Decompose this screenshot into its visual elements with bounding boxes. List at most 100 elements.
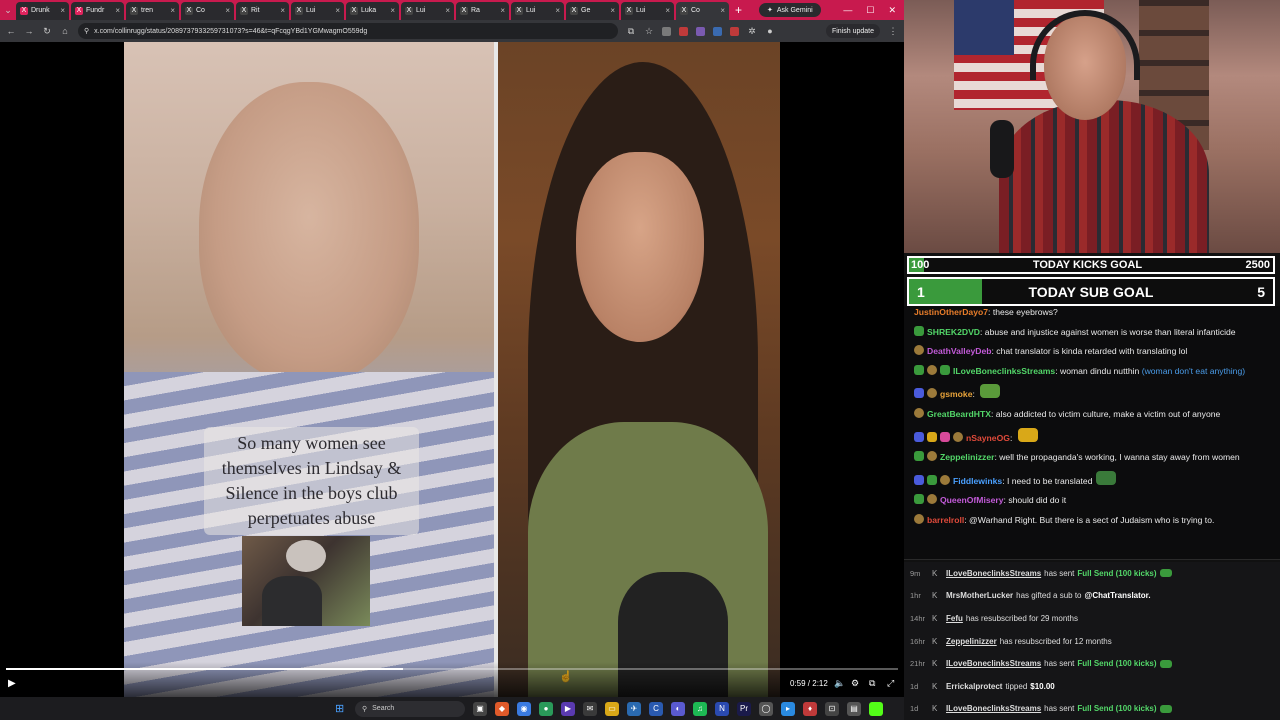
discord-icon[interactable]: ◐ [671,701,685,716]
tab-close-icon[interactable]: × [335,6,340,15]
event-username[interactable]: Fefu [946,614,963,623]
chat-username[interactable]: Fiddlewinks [953,476,1002,486]
spotify-icon[interactable]: ♫ [693,701,707,716]
play-icon[interactable]: ▶ [8,678,16,689]
extension-icon[interactable] [662,26,671,36]
app-icon[interactable]: ▶ [561,701,575,716]
tab-close-icon[interactable]: × [115,6,120,15]
forward-icon[interactable]: → [24,26,34,36]
browser-tab[interactable]: X Ra × [456,1,509,20]
app-icon[interactable]: ▸ [781,701,795,716]
browser-tab[interactable]: X Drunk × [16,1,69,20]
app-icon[interactable]: N [715,701,729,716]
extension-icon[interactable] [730,26,739,36]
chat-username[interactable]: nSayneOG [966,433,1010,443]
event-username[interactable]: ILoveBoneclinksStreams [946,569,1041,578]
chat-username[interactable]: GreatBeardHTX [927,409,991,419]
chat-username[interactable]: Zeppelinizzer [940,452,994,462]
browser-tab[interactable]: X Co × [181,1,234,20]
browser-tab[interactable]: X Lui × [291,1,344,20]
browser-tab[interactable]: X Luka × [346,1,399,20]
tab-close-icon[interactable]: × [610,6,615,15]
chat-text: woman dindu nutthin [1060,365,1140,376]
ask-gemini-button[interactable]: ✦ Ask Gemini [759,3,821,17]
tab-strip: ⌄ X Drunk × X Fundr × Xtren × X Co × X Rit × X Lui × X Luk… [0,0,904,20]
app-icon[interactable]: ◆ [495,701,509,716]
new-tab-button[interactable]: + [735,4,747,16]
browser-tab[interactable]: X Fundr × [71,1,124,20]
browser-tab[interactable]: X Rit × [236,1,289,20]
kick-icon[interactable] [869,701,883,716]
task-view-icon[interactable]: ▣ [473,701,487,716]
app-icon[interactable]: C [649,701,663,716]
profile-icon[interactable]: ● [765,26,775,36]
app-icon[interactable]: ✈ [627,701,641,716]
chat-username[interactable]: SHREK2DVD [927,327,980,337]
video-right-panel [498,42,780,697]
extensions-puzzle-icon[interactable]: ✲ [747,26,757,37]
volume-icon[interactable]: 🔈 [834,678,845,689]
tab-close-icon[interactable]: × [720,6,725,15]
event-username[interactable]: Errickalprotect [946,682,1002,691]
minimize-icon[interactable]: — [843,5,852,16]
video-player[interactable]: So many women see themselves in Lindsay … [0,42,904,697]
picture-in-picture-icon[interactable]: ⧉ [869,678,875,689]
chat-username[interactable]: ILoveBoneclinksStreams [953,366,1055,376]
url-field[interactable]: ⚲ x.com/collinrugg/status/20897379332597… [78,23,618,39]
chrome-icon[interactable]: ◉ [517,701,531,716]
finish-update-button[interactable]: Finish update [825,24,880,38]
file-explorer-icon[interactable]: ▭ [605,701,619,716]
settings-gear-icon[interactable]: ⚙ [851,678,859,689]
browser-tab[interactable]: X Ge × [566,1,619,20]
browser-tab[interactable]: X Lui × [401,1,454,20]
browser-tab[interactable]: X Lui × [621,1,674,20]
extension-icon[interactable] [713,26,722,36]
browser-tab[interactable]: X Lui × [511,1,564,20]
browser-tab[interactable]: X Co × [676,1,729,20]
premiere-icon[interactable]: Pr [737,701,751,716]
extension-icon[interactable] [679,26,688,36]
site-info-icon[interactable]: ⚲ [84,27,89,35]
app-icon[interactable]: ● [539,701,553,716]
tab-close-icon[interactable]: × [390,6,395,15]
browser-tab[interactable]: Xtren × [126,1,179,20]
event-username[interactable]: Zeppelinizzer [946,637,997,646]
taskbar-search[interactable]: ⚲ Search [355,700,465,717]
tab-close-icon[interactable]: × [170,6,175,15]
kicks-goal-current: 100 [911,259,930,271]
extension-icon[interactable] [696,26,705,36]
app-icon[interactable]: ✉ [583,701,597,716]
app-icon[interactable]: ◯ [759,701,773,716]
close-window-icon[interactable]: ✕ [888,5,896,16]
event-username[interactable]: MrsMotherLucker [946,591,1013,600]
tab-close-icon[interactable]: × [225,6,230,15]
chat-username[interactable]: QueenOfMisery [940,495,1004,505]
reload-icon[interactable]: ↻ [42,26,52,37]
tab-close-icon[interactable]: × [445,6,450,15]
tab-close-icon[interactable]: × [665,6,670,15]
home-icon[interactable]: ⌂ [60,26,70,36]
tab-close-icon[interactable]: × [555,6,560,15]
windows-start-icon[interactable]: ⊞ [335,703,347,715]
bookmark-star-icon[interactable]: ☆ [644,26,654,37]
chat-username[interactable]: gsmoke [940,389,972,399]
progress-bar[interactable] [6,668,898,670]
tab-close-icon[interactable]: × [280,6,285,15]
maximize-icon[interactable]: ☐ [866,5,874,16]
chat-username[interactable]: DeathValleyDeb [927,346,991,356]
tab-close-icon[interactable]: × [60,6,65,15]
fullscreen-icon[interactable]: ⤢ [887,678,894,689]
app-icon[interactable]: ♦ [803,701,817,716]
tab-search-icon[interactable]: ⌄ [3,5,13,16]
event-username[interactable]: ILoveBoneclinksStreams [946,704,1041,713]
tab-close-icon[interactable]: × [500,6,505,15]
event-username[interactable]: ILoveBoneclinksStreams [946,659,1041,668]
more-menu-icon[interactable]: ⋮ [888,26,898,37]
app-icon[interactable]: ▤ [847,701,861,716]
back-icon[interactable]: ← [6,26,16,36]
chat-username[interactable]: barrelroll [927,515,964,525]
install-icon[interactable]: ⧉ [626,26,636,37]
app-icon[interactable]: ⊡ [825,701,839,716]
chat-username[interactable]: JustinOtherDayo7 [914,307,988,317]
chat-message: Fiddlewinks: I need to be translated [914,470,1272,489]
